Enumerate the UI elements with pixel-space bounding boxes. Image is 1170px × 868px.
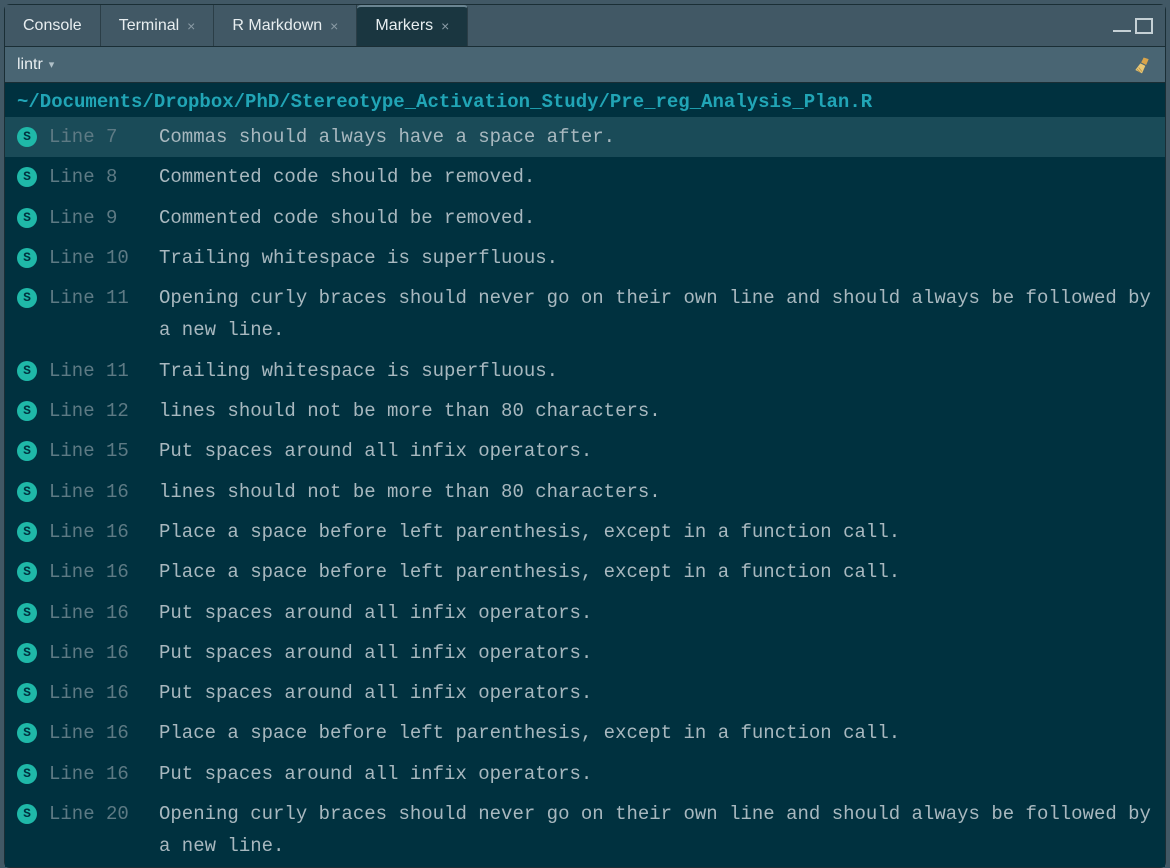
maximize-icon[interactable] [1135,18,1153,34]
close-icon[interactable]: × [330,18,338,34]
style-badge-icon: S [17,482,37,502]
source-dropdown[interactable]: lintr ▾ [17,56,54,74]
marker-row[interactable]: S Line 7 Commas should always have a space… [5,117,1165,157]
marker-message: Commented code should be removed. [159,202,535,234]
marker-message: Put spaces around all infix operators. [159,758,592,790]
line-label: Line 20 [49,798,149,830]
style-badge-icon: S [17,441,37,461]
tab-markers[interactable]: Markers × [357,5,468,46]
markers-panel: Console Terminal × R Markdown × Markers … [4,4,1166,868]
marker-message: Put spaces around all infix operators. [159,677,592,709]
marker-message: Trailing whitespace is superfluous. [159,355,558,387]
style-badge-icon: S [17,562,37,582]
close-icon[interactable]: × [441,18,449,34]
marker-row[interactable]: S Line 9 Commented code should be removed. [5,198,1165,238]
line-label: Line 11 [49,282,149,314]
line-label: Line 15 [49,435,149,467]
tab-label: Terminal [119,17,179,35]
style-badge-icon: S [17,723,37,743]
marker-row[interactable]: S Line 15 Put spaces around all infix oper… [5,431,1165,471]
marker-row[interactable]: S Line 16 lines should not be more than 80… [5,472,1165,512]
marker-message: Place a space before left parenthesis, e… [159,717,900,749]
close-icon[interactable]: × [187,18,195,34]
style-badge-icon: S [17,804,37,824]
marker-row[interactable]: S Line 16 Put spaces around all infix oper… [5,754,1165,794]
line-label: Line 16 [49,677,149,709]
style-badge-icon: S [17,248,37,268]
marker-message: Put spaces around all infix operators. [159,435,592,467]
marker-message: Commented code should be removed. [159,161,535,193]
line-label: Line 10 [49,242,149,274]
marker-message: lines should not be more than 80 charact… [159,395,661,427]
marker-message: Place a space before left parenthesis, e… [159,556,900,588]
style-badge-icon: S [17,522,37,542]
marker-row[interactable]: S Line 16 Put spaces around all infix oper… [5,593,1165,633]
marker-row[interactable]: S Line 16 Put spaces around all infix oper… [5,673,1165,713]
style-badge-icon: S [17,683,37,703]
line-label: Line 16 [49,597,149,629]
style-badge-icon: S [17,643,37,663]
markers-content: ~/Documents/Dropbox/PhD/Stereotype_Activ… [5,83,1165,867]
style-badge-icon: S [17,764,37,784]
dropdown-label: lintr [17,56,43,74]
tab-label: Markers [375,17,433,35]
marker-message: Trailing whitespace is superfluous. [159,242,558,274]
style-badge-icon: S [17,167,37,187]
marker-row[interactable]: S Line 8 Commented code should be removed. [5,157,1165,197]
file-path: ~/Documents/Dropbox/PhD/Stereotype_Activ… [5,83,1165,117]
style-badge-icon: S [17,603,37,623]
marker-message: Opening curly braces should never go on … [159,282,1153,347]
marker-list: S Line 7 Commas should always have a space… [5,117,1165,867]
marker-message: Put spaces around all infix operators. [159,637,592,669]
minimize-icon[interactable] [1113,26,1131,32]
line-label: Line 16 [49,717,149,749]
style-badge-icon: S [17,288,37,308]
line-label: Line 16 [49,637,149,669]
style-badge-icon: S [17,401,37,421]
line-label: Line 11 [49,355,149,387]
line-label: Line 12 [49,395,149,427]
tab-label: R Markdown [232,17,322,35]
tab-console[interactable]: Console [5,5,101,46]
marker-message: Place a space before left parenthesis, e… [159,516,900,548]
marker-row[interactable]: S Line 20 Opening curly braces should neve… [5,794,1165,867]
chevron-down-icon: ▾ [49,58,55,71]
line-label: Line 16 [49,758,149,790]
marker-message: Commas should always have a space after. [159,121,615,153]
marker-row[interactable]: S Line 16 Put spaces around all infix oper… [5,633,1165,673]
style-badge-icon: S [17,208,37,228]
marker-row[interactable]: S Line 16 Place a space before left parent… [5,512,1165,552]
line-label: Line 16 [49,476,149,508]
marker-row[interactable]: S Line 11 Opening curly braces should neve… [5,278,1165,351]
marker-message: lines should not be more than 80 charact… [159,476,661,508]
tab-rmarkdown[interactable]: R Markdown × [214,5,357,46]
tab-bar: Console Terminal × R Markdown × Markers … [5,5,1165,47]
line-label: Line 8 [49,161,149,193]
marker-row[interactable]: S Line 11 Trailing whitespace is superfluo… [5,351,1165,391]
line-label: Line 7 [49,121,149,153]
line-label: Line 16 [49,516,149,548]
line-label: Line 16 [49,556,149,588]
marker-row[interactable]: S Line 16 Place a space before left parent… [5,713,1165,753]
marker-message: Put spaces around all infix operators. [159,597,592,629]
style-badge-icon: S [17,361,37,381]
marker-row[interactable]: S Line 16 Place a space before left parent… [5,552,1165,592]
marker-row[interactable]: S Line 12 lines should not be more than 80… [5,391,1165,431]
window-controls [1113,18,1165,34]
clear-icon[interactable] [1131,54,1153,76]
toolbar: lintr ▾ [5,47,1165,83]
marker-row[interactable]: S Line 10 Trailing whitespace is superfluo… [5,238,1165,278]
tab-label: Console [23,17,82,35]
tab-terminal[interactable]: Terminal × [101,5,215,46]
line-label: Line 9 [49,202,149,234]
style-badge-icon: S [17,127,37,147]
marker-message: Opening curly braces should never go on … [159,798,1153,863]
